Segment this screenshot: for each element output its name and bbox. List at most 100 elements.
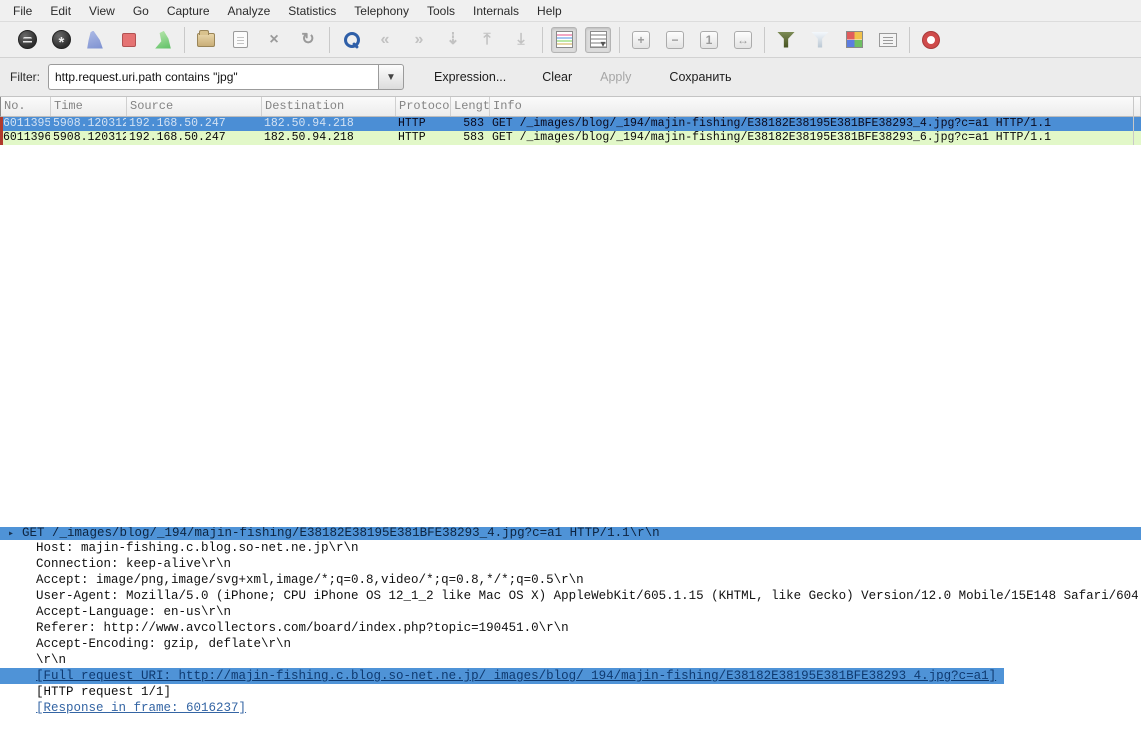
go-to-bottom-icon: ⤓ xyxy=(517,32,524,48)
expression-button[interactable]: Expression... xyxy=(426,65,514,89)
packet-bytes-pane[interactable]: 0000 88 01 30 00 00 15 6d 9a 26 c0 6c 8d… xyxy=(0,718,1141,730)
detail-line[interactable]: Host: majin-fishing.c.blog.so-net.ne.jp\… xyxy=(0,540,1141,556)
go-back-icon: « xyxy=(381,32,390,48)
packet-list-header: No.TimeSourceDestinationProtocolLengthIn… xyxy=(0,97,1141,117)
autoscroll-button[interactable] xyxy=(585,27,611,53)
detail-line-request[interactable]: ▸GET /_images/blog/_194/majin-fishing/E3… xyxy=(0,527,1141,540)
filter-history-dropdown[interactable]: ▼ xyxy=(378,64,404,90)
packet-row[interactable]: 60113965908.120312192.168.50.247182.50.9… xyxy=(0,131,1141,145)
packet-cell-destination: 182.50.94.218 xyxy=(261,131,395,145)
detail-line-text: Accept-Encoding: gzip, deflate\r\n xyxy=(36,637,291,651)
packet-cell-no: 6011396 xyxy=(0,131,50,145)
capture-filter-button[interactable] xyxy=(773,27,799,53)
detail-line-text: Connection: keep-alive\r\n xyxy=(36,557,231,571)
start-capture-button[interactable] xyxy=(82,27,108,53)
toolbar-group xyxy=(910,27,952,53)
capture-options-icon xyxy=(52,30,71,49)
packet-cell-time: 5908.120312 xyxy=(50,117,126,131)
menu-go[interactable]: Go xyxy=(124,1,158,21)
colorize-icon xyxy=(556,31,573,48)
list-interfaces-button[interactable] xyxy=(14,27,40,53)
restart-capture-button[interactable] xyxy=(150,27,176,53)
resize-columns-button[interactable]: ↔ xyxy=(730,27,756,53)
menu-internals[interactable]: Internals xyxy=(464,1,528,21)
column-header-protocol[interactable]: Protocol xyxy=(396,97,451,116)
detail-line-response-frame-link[interactable]: [Response in frame: 6016237] xyxy=(0,700,1141,716)
go-to-top-button[interactable]: ⤒ xyxy=(474,27,500,53)
preferences-icon xyxy=(879,33,897,47)
go-to-packet-button[interactable]: ⇣ xyxy=(440,27,466,53)
detail-line-text: Accept-Language: en-us\r\n xyxy=(36,605,231,619)
menu-file[interactable]: File xyxy=(4,1,41,21)
apply-button[interactable]: Apply xyxy=(592,65,639,89)
detail-line[interactable]: [HTTP request 1/1] xyxy=(0,684,1141,700)
clear-button[interactable]: Clear xyxy=(534,65,580,89)
coloring-rules-icon xyxy=(846,31,863,48)
filter-input[interactable] xyxy=(48,64,378,90)
packet-cell-protocol: HTTP xyxy=(395,131,450,145)
go-to-top-icon: ⤒ xyxy=(483,32,490,48)
column-header-no[interactable]: No. xyxy=(1,97,51,116)
help-icon xyxy=(923,32,939,48)
save-file-button[interactable] xyxy=(227,27,253,53)
menu-help[interactable]: Help xyxy=(528,1,571,21)
toolbar-group xyxy=(543,27,619,53)
zoom-in-button[interactable]: + xyxy=(628,27,654,53)
colorize-button[interactable] xyxy=(551,27,577,53)
display-filter-button[interactable] xyxy=(807,27,833,53)
detail-line-full-request-uri[interactable]: [Full request URI: http://majin-fishing.… xyxy=(0,668,1004,684)
capture-options-button[interactable] xyxy=(48,27,74,53)
column-header-info[interactable]: Info xyxy=(490,97,1141,116)
packet-cell-info: GET /_images/blog/_194/majin-fishing/E38… xyxy=(489,131,1141,145)
main-toolbar: ×↻«»⇣⤒⤓+−1↔ xyxy=(0,22,1141,58)
zoom-out-icon: − xyxy=(666,31,684,49)
menu-tools[interactable]: Tools xyxy=(418,1,464,21)
toolbar-group: ×↻ xyxy=(185,27,329,53)
open-file-button[interactable] xyxy=(193,27,219,53)
menu-telephony[interactable]: Telephony xyxy=(345,1,418,21)
save-filter-button[interactable]: Сохранить xyxy=(661,65,739,89)
go-back-button[interactable]: « xyxy=(372,27,398,53)
go-forward-icon: » xyxy=(415,32,424,48)
packet-cell-time: 5908.120312 xyxy=(50,131,126,145)
coloring-rules-button[interactable] xyxy=(841,27,867,53)
menu-statistics[interactable]: Statistics xyxy=(279,1,345,21)
reload-button[interactable]: ↻ xyxy=(295,27,321,53)
detail-line[interactable]: Accept-Encoding: gzip, deflate\r\n xyxy=(0,636,1141,652)
menu-view[interactable]: View xyxy=(80,1,124,21)
wireshark-window: FileEditViewGoCaptureAnalyzeStatisticsTe… xyxy=(0,0,1141,730)
toolbar-group xyxy=(6,27,184,53)
close-file-icon: × xyxy=(269,32,278,48)
menu-edit[interactable]: Edit xyxy=(41,1,80,21)
expander-triangle-icon[interactable]: ▸ xyxy=(8,527,22,543)
find-packet-button[interactable] xyxy=(338,27,364,53)
zoom-out-button[interactable]: − xyxy=(662,27,688,53)
zoom-100-button[interactable]: 1 xyxy=(696,27,722,53)
close-file-button[interactable]: × xyxy=(261,27,287,53)
detail-line[interactable]: Accept-Language: en-us\r\n xyxy=(0,604,1141,620)
column-header-source[interactable]: Source xyxy=(127,97,262,116)
display-filter-icon xyxy=(811,32,829,48)
detail-line[interactable]: Connection: keep-alive\r\n xyxy=(0,556,1141,572)
open-file-icon xyxy=(197,33,215,47)
restart-capture-icon xyxy=(155,31,172,49)
detail-line[interactable]: User-Agent: Mozilla/5.0 (iPhone; CPU iPh… xyxy=(0,588,1141,604)
help-button[interactable] xyxy=(918,27,944,53)
go-forward-button[interactable]: » xyxy=(406,27,432,53)
detail-line[interactable]: Accept: image/png,image/svg+xml,image/*;… xyxy=(0,572,1141,588)
packet-cell-no: 6011395 xyxy=(0,117,50,131)
menu-capture[interactable]: Capture xyxy=(158,1,219,21)
preferences-button[interactable] xyxy=(875,27,901,53)
column-header-length[interactable]: Length xyxy=(451,97,490,116)
start-capture-icon xyxy=(87,31,104,49)
stop-capture-button[interactable] xyxy=(116,27,142,53)
detail-line[interactable]: Referer: http://www.avcollectors.com/boa… xyxy=(0,620,1141,636)
packet-row[interactable]: 60113955908.120312192.168.50.247182.50.9… xyxy=(0,117,1141,131)
detail-line[interactable]: \r\n xyxy=(0,652,1141,668)
go-to-bottom-button[interactable]: ⤓ xyxy=(508,27,534,53)
packet-list-pane: No.TimeSourceDestinationProtocolLengthIn… xyxy=(0,97,1141,527)
column-header-destination[interactable]: Destination xyxy=(262,97,396,116)
zoom-100-icon: 1 xyxy=(700,31,718,49)
menu-analyze[interactable]: Analyze xyxy=(219,1,280,21)
column-header-time[interactable]: Time xyxy=(51,97,127,116)
